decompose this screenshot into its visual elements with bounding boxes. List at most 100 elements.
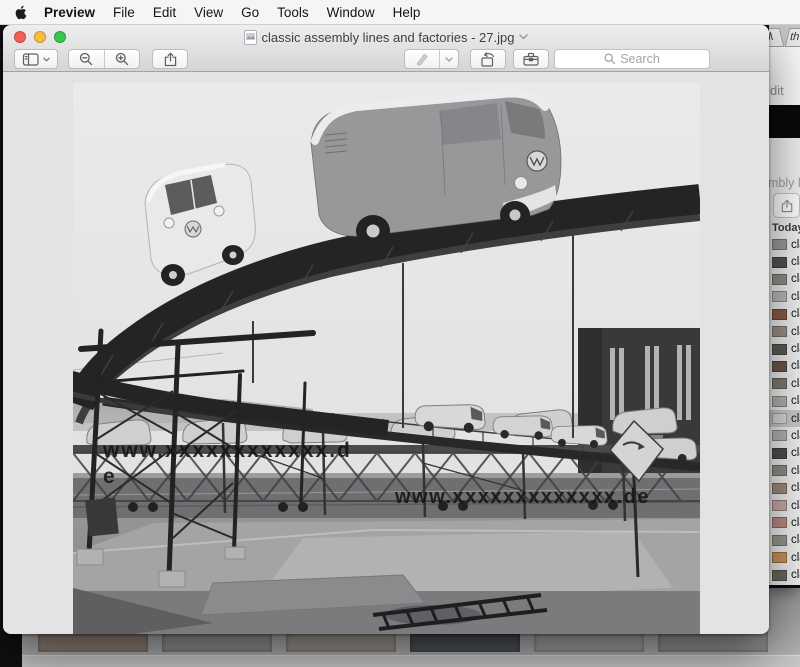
rotate-left-icon bbox=[480, 52, 496, 67]
background-window-right: M th dit s w mbly l Today claclaclaclacl… bbox=[769, 25, 800, 585]
file-list-row[interactable]: cla bbox=[769, 549, 800, 566]
rotate-left-button[interactable] bbox=[470, 49, 506, 69]
strip-thumbnail[interactable] bbox=[38, 632, 148, 652]
file-name-truncated: cla bbox=[791, 517, 800, 529]
strip-thumbnail[interactable] bbox=[658, 632, 768, 652]
browser-tab-1[interactable]: M bbox=[769, 28, 784, 47]
markup-toolbar-button[interactable] bbox=[513, 49, 549, 69]
file-name-truncated: cla bbox=[791, 482, 800, 494]
apple-logo-icon bbox=[14, 5, 27, 20]
view-options-button[interactable] bbox=[14, 49, 58, 69]
apple-menu[interactable] bbox=[14, 5, 27, 20]
file-thumbnail bbox=[772, 570, 787, 581]
document-view: www.xxxxxxxxxxxx.d e www.xxxxxxxxxxxxx.d… bbox=[3, 73, 769, 634]
menu-edit[interactable]: Edit bbox=[144, 5, 185, 20]
window-title-area: classic assembly lines and factories - 2… bbox=[123, 29, 649, 45]
file-name-truncated: cla bbox=[791, 308, 800, 320]
share-button-background-window[interactable] bbox=[773, 193, 800, 218]
file-name-truncated: cla bbox=[791, 343, 800, 355]
file-thumbnail bbox=[772, 465, 787, 476]
file-list-row[interactable]: cla bbox=[769, 427, 800, 444]
strip-thumbnail[interactable] bbox=[286, 632, 396, 652]
photo-illustration: www.xxxxxxxxxxxx.d e www.xxxxxxxxxxxxx.d… bbox=[73, 83, 700, 634]
menu-go[interactable]: Go bbox=[232, 5, 268, 20]
close-button[interactable] bbox=[14, 31, 26, 43]
file-list-row[interactable]: cla bbox=[769, 288, 800, 305]
file-name-truncated: cla bbox=[791, 447, 800, 459]
file-list-row[interactable]: cla bbox=[769, 271, 800, 288]
background-toolbar: dit s w bbox=[769, 47, 800, 105]
file-list-row[interactable]: cla bbox=[769, 323, 800, 340]
file-list-row[interactable]: cla bbox=[769, 236, 800, 253]
file-list: claclaclaclaclaclaclaclaclaclaclaclaclac… bbox=[769, 236, 800, 584]
file-name-truncated: cla bbox=[791, 256, 800, 268]
file-thumbnail bbox=[772, 344, 787, 355]
file-name-truncated: cla bbox=[791, 395, 800, 407]
share-icon bbox=[781, 199, 793, 213]
watermark-1-line-1: www.xxxxxxxxxxxx.d bbox=[102, 439, 352, 462]
title-chevron-down-icon[interactable] bbox=[519, 34, 528, 40]
file-list-row[interactable]: cla bbox=[769, 375, 800, 392]
menu-tools[interactable]: Tools bbox=[268, 5, 318, 20]
file-name-truncated: cla bbox=[791, 239, 800, 251]
file-name-truncated: cla bbox=[791, 360, 800, 372]
file-thumbnail bbox=[772, 239, 787, 250]
file-list-row[interactable]: cla bbox=[769, 497, 800, 514]
file-thumbnail bbox=[772, 430, 787, 441]
menu-window[interactable]: Window bbox=[318, 5, 384, 20]
file-list-row[interactable]: cla bbox=[769, 410, 800, 427]
menu-view[interactable]: View bbox=[185, 5, 232, 20]
file-thumbnail bbox=[772, 291, 787, 302]
file-name-truncated: cla bbox=[791, 413, 800, 425]
file-list-row[interactable]: cla bbox=[769, 532, 800, 549]
zoom-in-button[interactable] bbox=[104, 50, 140, 68]
strip-thumbnail[interactable] bbox=[410, 632, 520, 652]
watermark-2: www.xxxxxxxxxxxxx.de bbox=[394, 486, 650, 508]
markup-control-group bbox=[404, 49, 459, 69]
markup-pen-button[interactable] bbox=[405, 50, 439, 68]
zoom-in-icon bbox=[115, 52, 129, 66]
tab-label: M bbox=[769, 31, 775, 43]
browser-tab-2[interactable]: th bbox=[785, 28, 800, 47]
file-thumbnail bbox=[772, 361, 787, 372]
search-icon bbox=[604, 53, 616, 65]
menu-preview[interactable]: Preview bbox=[35, 5, 104, 20]
file-thumbnail bbox=[772, 552, 787, 563]
markup-pen-icon bbox=[415, 52, 429, 66]
file-name-truncated: cla bbox=[791, 552, 800, 564]
file-list-row[interactable]: cla bbox=[769, 358, 800, 375]
file-list-row[interactable]: cla bbox=[769, 306, 800, 323]
file-name-truncated: cla bbox=[791, 500, 800, 512]
file-list-row[interactable]: cla bbox=[769, 393, 800, 410]
search-field[interactable]: Search bbox=[554, 49, 710, 69]
file-list-row[interactable]: cla bbox=[769, 566, 800, 583]
zoom-button[interactable] bbox=[54, 31, 66, 43]
file-list-row[interactable]: cla bbox=[769, 462, 800, 479]
document-icon bbox=[244, 30, 257, 45]
file-list-row[interactable]: cla bbox=[769, 253, 800, 270]
file-thumbnail bbox=[772, 274, 787, 285]
file-thumbnail bbox=[772, 413, 787, 424]
strip-thumbnail[interactable] bbox=[534, 632, 644, 652]
menu-help[interactable]: Help bbox=[384, 5, 430, 20]
minimize-button[interactable] bbox=[34, 31, 46, 43]
share-button[interactable] bbox=[152, 49, 188, 69]
file-list-row[interactable]: cla bbox=[769, 445, 800, 462]
thumbnail-strip bbox=[38, 632, 768, 652]
zoom-out-button[interactable] bbox=[69, 50, 104, 68]
share-icon bbox=[164, 52, 177, 67]
zoom-out-icon bbox=[79, 52, 93, 66]
menu-file[interactable]: File bbox=[104, 5, 144, 20]
file-list-row[interactable]: cla bbox=[769, 514, 800, 531]
file-thumbnail bbox=[772, 448, 787, 459]
file-thumbnail bbox=[772, 257, 787, 268]
black-banner bbox=[769, 105, 800, 138]
file-thumbnail bbox=[772, 326, 787, 337]
markup-chevron-button[interactable] bbox=[439, 50, 458, 68]
gray-vw-van bbox=[311, 93, 561, 247]
browser-tab-bar: M th bbox=[769, 25, 800, 47]
strip-thumbnail[interactable] bbox=[162, 632, 272, 652]
file-list-row[interactable]: cla bbox=[769, 340, 800, 357]
file-thumbnail bbox=[772, 535, 787, 546]
file-list-row[interactable]: cla bbox=[769, 479, 800, 496]
